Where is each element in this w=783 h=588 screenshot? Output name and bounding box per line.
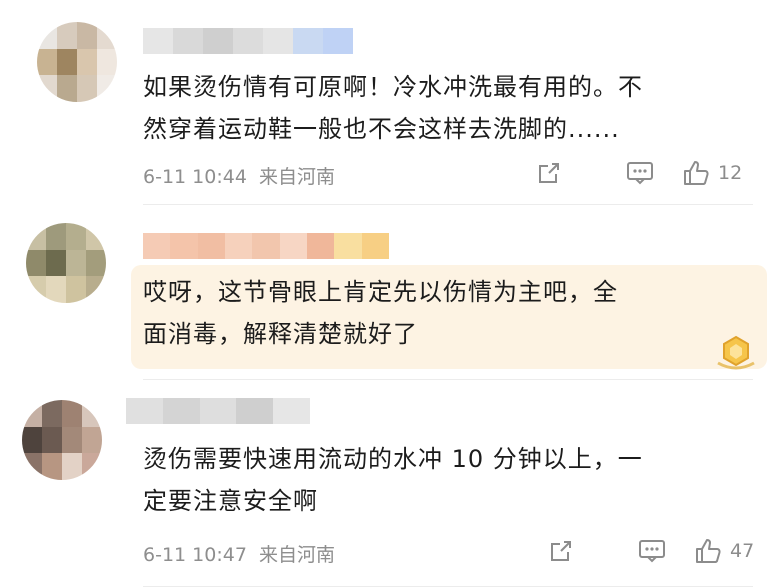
avatar-pixel: [22, 426, 42, 454]
avatar-pixel: [26, 276, 46, 303]
avatar-pixel: [66, 276, 86, 303]
comment-text-line: 如果烫伤情有可原啊！冷水冲洗最有用的。不: [143, 73, 643, 101]
like-icon: [684, 161, 709, 185]
like-button[interactable]: 47: [694, 537, 754, 565]
comment-actions: 47: [548, 537, 754, 565]
like-count: 12: [718, 162, 743, 184]
share-button[interactable]: [548, 538, 638, 564]
username-pixel: [252, 233, 280, 259]
avatar-pixel: [62, 400, 82, 427]
comment-meta: 6-11 10:47 来自河南: [143, 540, 335, 567]
avatar-pixel: [46, 223, 66, 250]
avatar-pixel: [22, 453, 42, 480]
avatar-pixel: [42, 453, 62, 480]
badge-icon: [717, 335, 755, 370]
username-blurred[interactable]: [143, 233, 389, 259]
avatar-pixel: [26, 223, 46, 250]
username-pixel: [203, 28, 233, 54]
avatar-pixel: [37, 75, 57, 102]
avatar-pixel: [77, 48, 97, 76]
username-pixel: [126, 398, 163, 424]
username-pixel: [170, 233, 198, 259]
username-pixel: [199, 398, 237, 424]
comment-text: 如果烫伤情有可原啊！冷水冲洗最有用的。不 然穿着运动鞋一般也不会这样去洗脚的..…: [143, 66, 753, 150]
username-pixel: [233, 28, 263, 54]
username-blurred[interactable]: [143, 28, 353, 54]
comment-button[interactable]: [626, 160, 682, 186]
comment-icon: [639, 540, 665, 563]
avatar[interactable]: [37, 22, 117, 102]
username-pixel: [143, 28, 173, 54]
avatar[interactable]: [22, 400, 102, 480]
share-icon: [551, 541, 571, 561]
comment-text: 烫伤需要快速用流动的水冲 10 分钟以上，一 定要注意安全啊: [143, 438, 753, 522]
comment-icon: [627, 162, 653, 185]
comment-button[interactable]: [638, 538, 694, 564]
avatar[interactable]: [26, 223, 106, 303]
username-pixel: [361, 233, 389, 259]
avatar-pixel: [77, 75, 97, 102]
comment-text-line: 定要注意安全啊: [143, 487, 318, 515]
comment-text-line: 烫伤需要快速用流动的水冲 10 分钟以上，一: [143, 445, 643, 473]
avatar-pixel: [82, 426, 102, 454]
avatar-pixel: [66, 249, 86, 277]
avatar-pixel: [97, 75, 117, 102]
avatar-pixel: [46, 276, 66, 303]
username-blurred[interactable]: [126, 398, 310, 424]
like-button[interactable]: 12: [682, 159, 742, 187]
like-icon: [696, 539, 721, 563]
comment-location: 来自河南: [258, 166, 335, 188]
comment-text-line: 面消毒，解释清楚就好了: [143, 320, 418, 348]
avatar-pixel: [26, 249, 46, 277]
comment-text-line: 哎呀，这节骨眼上肯定先以伤情为主吧，全: [143, 278, 618, 306]
username-pixel: [263, 28, 293, 54]
avatar-pixel: [37, 22, 57, 49]
comment-meta: 6-11 10:44 来自河南: [143, 162, 335, 189]
username-pixel: [224, 233, 253, 259]
comment-item: 如果烫伤情有可原啊！冷水冲洗最有用的。不 然穿着运动鞋一般也不会这样去洗脚的..…: [0, 0, 783, 205]
avatar-pixel: [62, 426, 82, 454]
avatar-pixel: [62, 453, 82, 480]
username-pixel: [143, 233, 171, 259]
share-button[interactable]: [536, 160, 626, 186]
comment-actions: 12: [536, 159, 742, 187]
avatar-pixel: [82, 400, 102, 427]
username-pixel: [273, 398, 310, 424]
username-pixel: [306, 233, 335, 259]
comment-item: 烫伤需要快速用流动的水冲 10 分钟以上，一 定要注意安全啊 6-11 10:4…: [0, 380, 783, 588]
avatar-pixel: [42, 400, 62, 427]
comment-location: 来自河南: [258, 544, 335, 566]
share-icon: [539, 163, 559, 183]
like-count: 47: [730, 540, 755, 562]
username-pixel: [236, 398, 274, 424]
avatar-pixel: [82, 453, 102, 480]
avatar-pixel: [86, 249, 106, 277]
comment-time: 6-11 10:47: [143, 544, 247, 566]
avatar-pixel: [22, 400, 42, 427]
avatar-pixel: [97, 22, 117, 49]
avatar-pixel: [66, 223, 86, 250]
username-pixel: [334, 233, 362, 259]
avatar-pixel: [97, 48, 117, 76]
avatar-pixel: [57, 75, 77, 102]
username-pixel: [279, 233, 307, 259]
avatar-pixel: [57, 22, 77, 49]
avatar-pixel: [77, 22, 97, 49]
comment-text: 哎呀，这节骨眼上肯定先以伤情为主吧，全 面消毒，解释清楚就好了: [143, 271, 753, 355]
comment-text-line: 然穿着运动鞋一般也不会这样去洗脚的......: [143, 115, 620, 143]
avatar-pixel: [46, 249, 66, 277]
username-pixel: [162, 398, 200, 424]
avatar-pixel: [86, 276, 106, 303]
username-pixel: [323, 28, 353, 54]
avatar-pixel: [57, 48, 77, 76]
username-pixel: [197, 233, 225, 259]
comment-time: 6-11 10:44: [143, 166, 247, 188]
username-pixel: [173, 28, 203, 54]
username-pixel: [293, 28, 323, 54]
avatar-pixel: [37, 48, 57, 76]
avatar-pixel: [86, 223, 106, 250]
divider: [143, 586, 753, 587]
comment-item: 哎呀，这节骨眼上肯定先以伤情为主吧，全 面消毒，解释清楚就好了: [0, 205, 783, 380]
avatar-pixel: [42, 426, 62, 454]
